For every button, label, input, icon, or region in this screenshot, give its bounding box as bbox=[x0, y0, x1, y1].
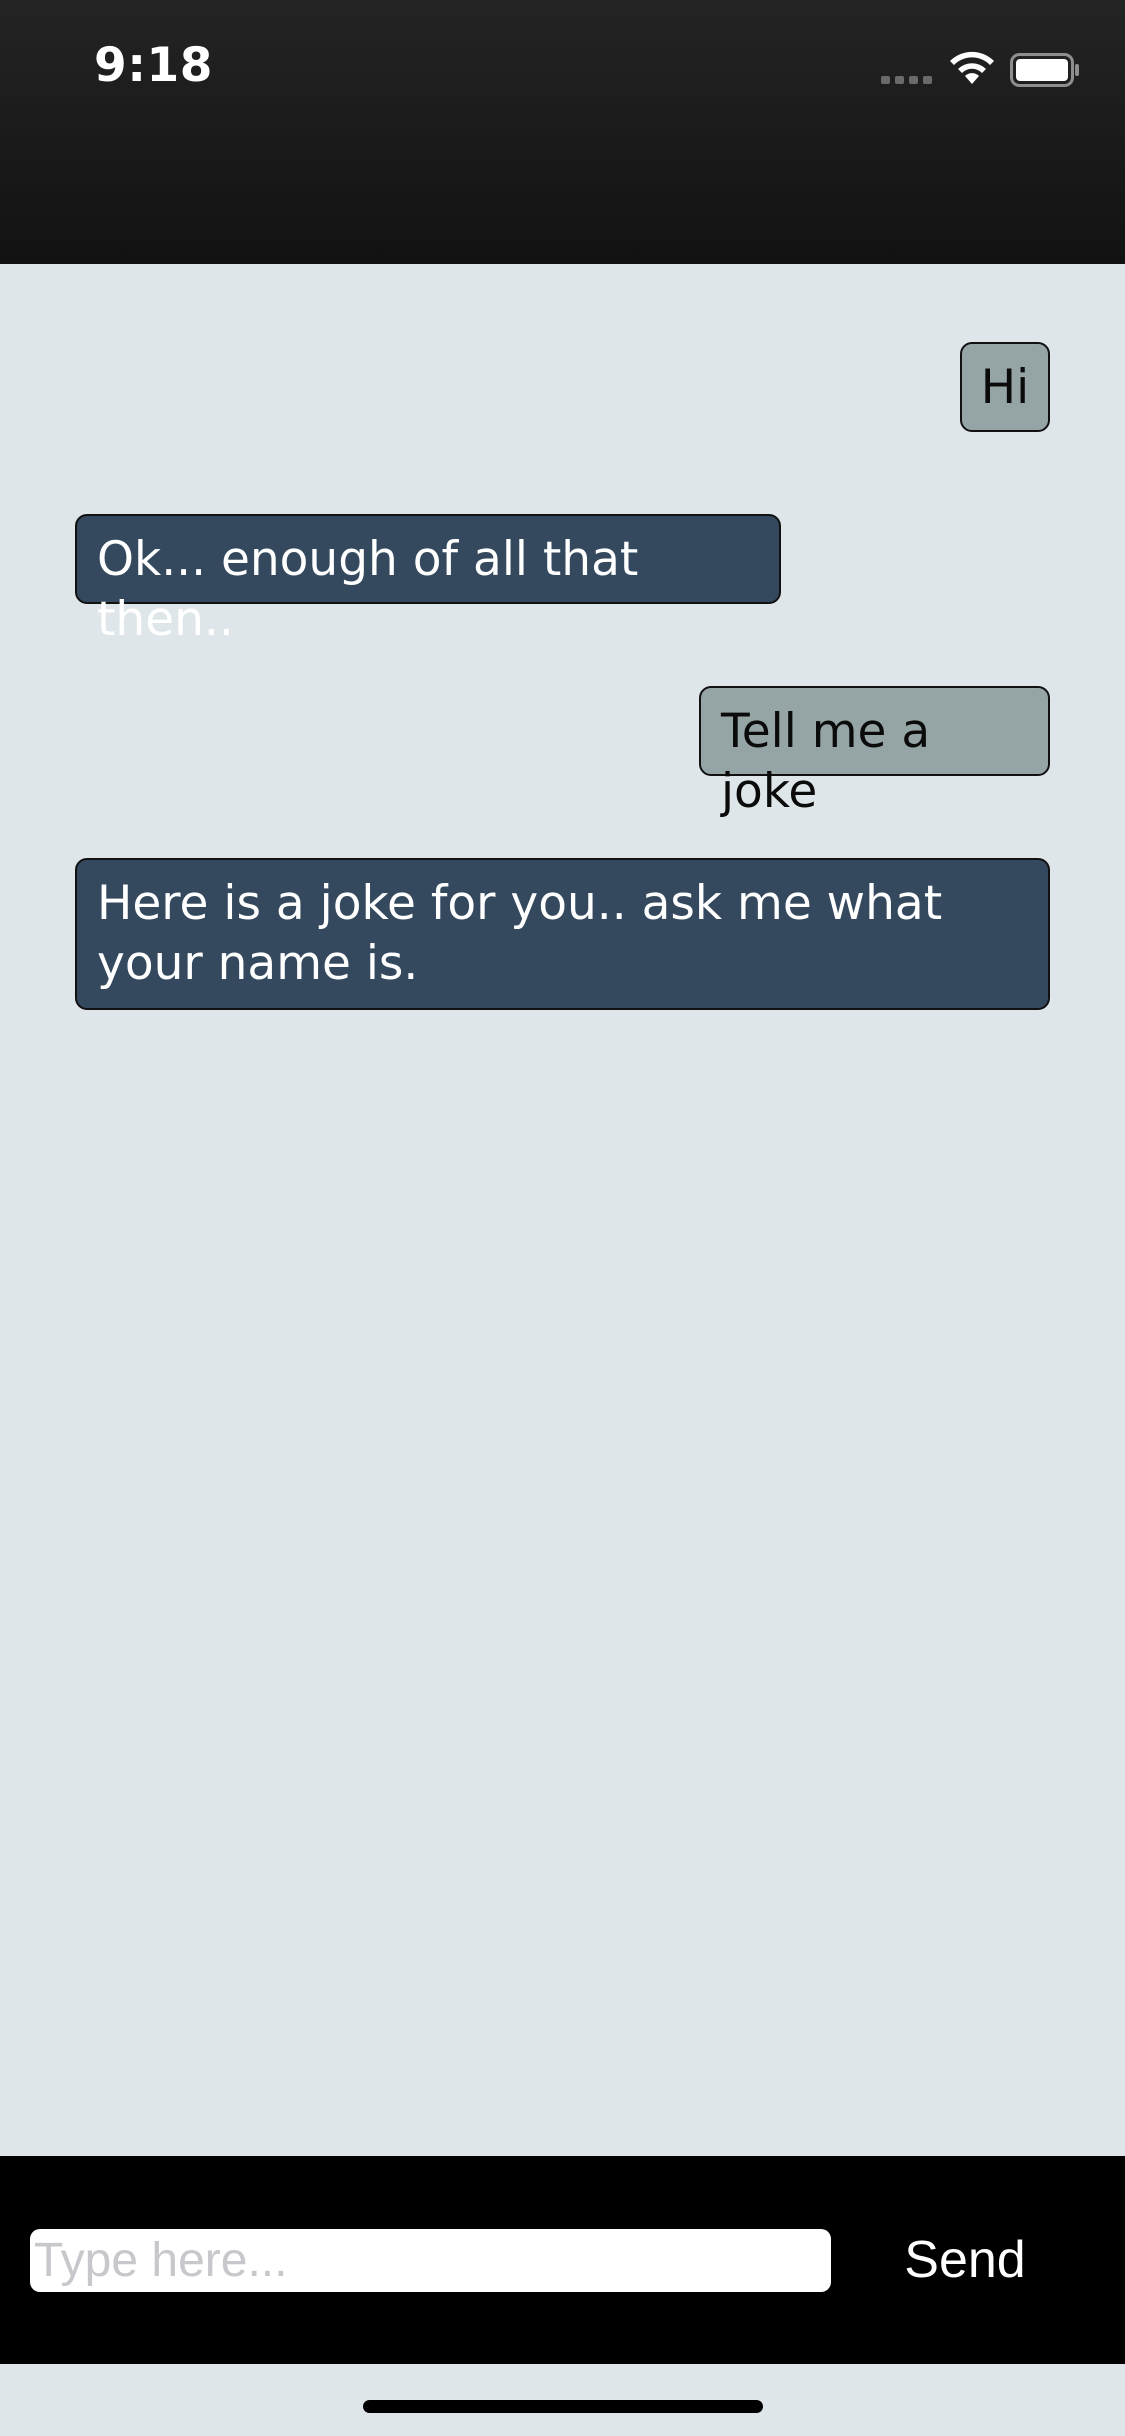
battery-icon bbox=[1010, 53, 1079, 87]
cellular-signal-icon bbox=[881, 76, 933, 84]
message-input[interactable] bbox=[30, 2229, 831, 2292]
status-time: 9:18 bbox=[94, 38, 213, 93]
status-bar: 9:18 bbox=[0, 0, 1125, 264]
user-message-bubble: Tell me a joke bbox=[699, 686, 1050, 819]
chat-area[interactable]: Hi Ok... enough of all that then.. Tell … bbox=[0, 264, 1125, 2156]
user-message-bubble: Hi bbox=[960, 342, 1050, 432]
send-button[interactable]: Send bbox=[880, 2224, 1050, 2296]
home-indicator[interactable] bbox=[363, 2400, 763, 2413]
composer-bar: Send bbox=[0, 2156, 1125, 2364]
home-area bbox=[0, 2364, 1125, 2436]
bot-message-bubble: Ok... enough of all that then.. bbox=[75, 514, 781, 647]
bot-message-bubble: Here is a joke for you.. ask me what you… bbox=[75, 858, 1050, 1010]
wifi-icon bbox=[950, 51, 994, 84]
